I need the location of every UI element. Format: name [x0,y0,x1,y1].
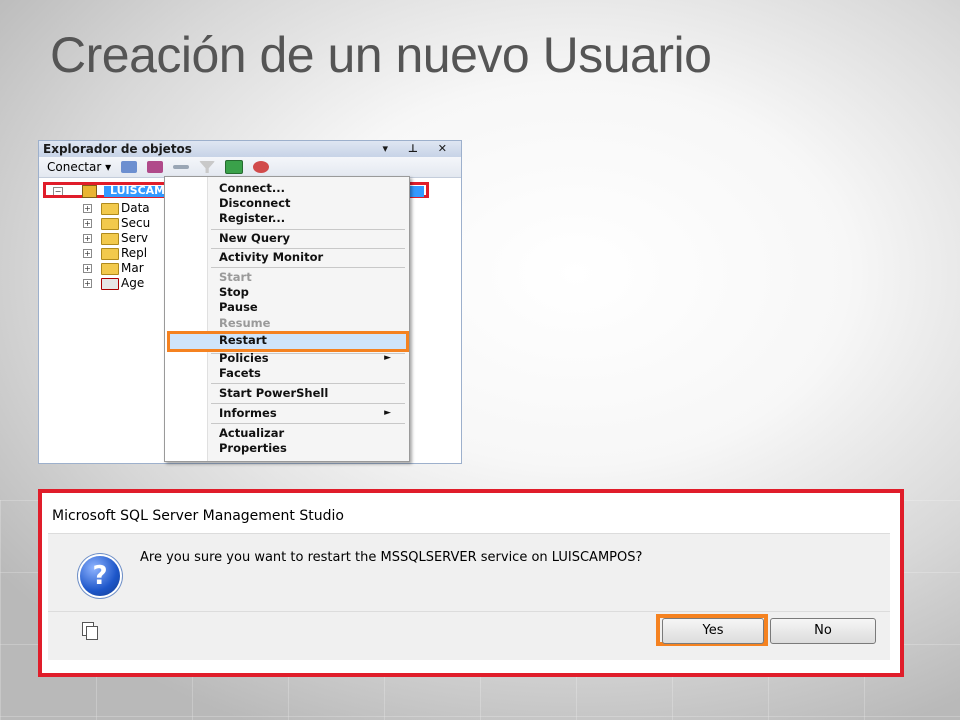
menu-item-restart[interactable]: Restart [219,333,399,348]
dialog-message: Are you sure you want to restart the MSS… [140,550,643,565]
yes-button[interactable]: Yes [662,618,764,644]
folder-icon [101,263,119,275]
menu-item-policies[interactable]: Policies ► [219,351,399,366]
menu-item-register[interactable]: Register... [219,211,399,226]
menu-item-properties[interactable]: Properties [219,441,399,456]
panel-window-controls[interactable]: ▾ ⊥ ✕ [383,141,455,157]
tree-item-label: Age [121,276,145,290]
menu-separator [211,248,405,249]
tree-item-label: Data [121,201,150,215]
menu-item-facets[interactable]: Facets [219,366,399,381]
expand-icon[interactable]: + [83,204,92,213]
submenu-arrow-icon: ► [384,408,391,418]
expand-icon[interactable]: + [83,234,92,243]
menu-separator [211,267,405,268]
sql-agent-icon [101,278,119,290]
menu-separator [211,229,405,230]
tree-item-label: Secu [121,216,151,230]
activity-monitor-icon[interactable] [253,161,270,173]
menu-item-start-powershell[interactable]: Start PowerShell [219,386,399,401]
folder-icon [101,233,119,245]
menu-item-label: Informes [219,406,277,420]
question-icon: ? [80,556,120,596]
menu-item-new-query[interactable]: New Query [219,231,399,246]
menu-item-actualizar[interactable]: Actualizar [219,426,399,441]
server-context-menu: Connect... Disconnect Register... New Qu… [164,176,410,462]
menu-item-pause[interactable]: Pause [219,300,399,315]
folder-icon [101,203,119,215]
menu-separator [211,423,405,424]
object-explorer-titlebar: Explorador de objetos ▾ ⊥ ✕ [39,141,461,157]
refresh-icon[interactable] [225,160,244,174]
dialog-footer: Yes No [48,611,890,660]
menu-item-disconnect[interactable]: Disconnect [219,196,399,211]
filter-icon[interactable] [199,161,216,173]
server-icon [82,185,97,198]
stop-icon[interactable] [173,165,190,169]
menu-separator [211,383,405,384]
tree-item-label: Repl [121,246,148,260]
expand-icon[interactable]: + [83,279,92,288]
menu-item-resume: Resume [219,316,271,330]
submenu-arrow-icon: ► [384,353,391,363]
restart-confirmation-dialog: Microsoft SQL Server Management Studio ?… [38,489,904,677]
disconnect-icon[interactable] [147,161,164,173]
yes-highlight-box: Yes [656,614,768,646]
folder-icon [101,248,119,260]
menu-item-informes[interactable]: Informes ► [219,406,399,421]
menu-item-stop[interactable]: Stop [219,285,399,300]
register-server-icon[interactable] [121,161,138,173]
dialog-title: Microsoft SQL Server Management Studio [52,508,344,524]
copy-icon[interactable] [82,622,98,640]
object-explorer-toolbar: Conectar ▾ [39,157,461,178]
menu-item-start: Start [219,270,252,284]
no-button[interactable]: No [770,618,876,644]
connect-dropdown-button[interactable]: Conectar ▾ [47,160,111,174]
slide-title: Creación de un nuevo Usuario [50,27,712,83]
folder-icon [101,218,119,230]
dialog-body: ? Are you sure you want to restart the M… [48,533,890,612]
menu-separator [211,403,405,404]
object-explorer-title: Explorador de objetos [43,142,192,156]
menu-item-connect[interactable]: Connect... [219,181,399,196]
menu-icon-gutter [165,177,208,461]
tree-item-label: Mar [121,261,144,275]
expand-icon[interactable]: + [83,264,92,273]
menu-item-activity-monitor[interactable]: Activity Monitor [219,250,399,265]
expand-icon[interactable]: + [83,249,92,258]
expand-icon[interactable]: + [83,219,92,228]
tree-item-label: Serv [121,231,149,245]
menu-item-label: Policies [219,351,269,365]
